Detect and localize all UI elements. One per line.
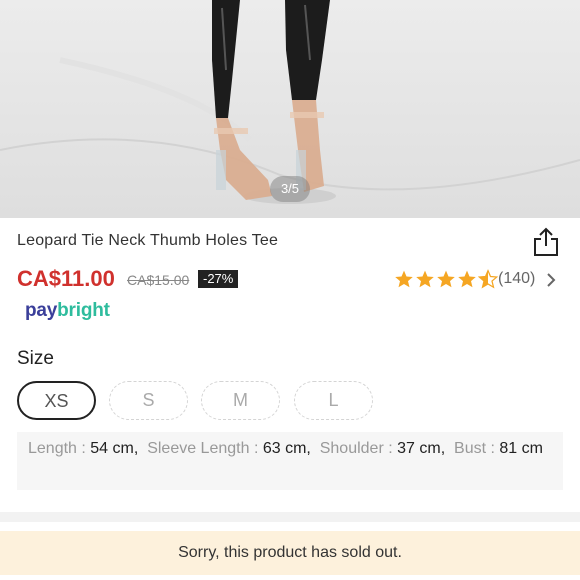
product-title: Leopard Tie Neck Thumb Holes Tee [17,232,279,249]
paybright-logo[interactable]: paybright [25,300,110,322]
sleeve-length-key: Sleeve Length : [147,440,263,457]
share-icon [534,227,558,256]
star-icon [395,270,413,288]
original-price: CA$15.00 [127,272,190,288]
sleeve-length-value: 63 cm, [262,440,311,457]
share-button[interactable] [531,226,561,258]
star-icon [458,270,476,288]
shoulder-key: Shoulder : [319,440,398,457]
paybright-logo-pay: pay [25,300,58,321]
shoulder-value: 37 cm, [397,440,446,457]
chevron-right-icon [547,273,556,287]
length-key: Length : [28,440,91,457]
length-value: 54 cm, [90,440,139,457]
reviews-link[interactable] [545,271,557,294]
rating-stars[interactable] [394,268,499,290]
discount-badge: -27% [198,270,239,288]
size-option-l[interactable]: L [294,381,373,420]
bust-key: Bust : [454,440,500,457]
product-image[interactable]: 3/5 [0,0,580,218]
current-price: CA$11.00 [17,266,115,291]
star-icon [416,270,434,288]
size-label: Size [17,348,54,369]
section-divider [0,512,580,522]
paybright-logo-bright: bright [57,300,110,321]
star-half-icon [478,269,498,289]
size-option-s[interactable]: S [109,381,188,420]
review-count[interactable]: (140) [498,270,535,288]
size-measurements: Length : 54 cm, Sleeve Length : 63 cm, S… [17,432,563,490]
size-option-m[interactable]: M [201,381,280,420]
image-counter: 3/5 [270,176,310,202]
sold-out-notice: Sorry, this product has sold out. [0,531,580,575]
star-icon [437,270,455,288]
bust-value: 81 cm [499,440,543,457]
size-option-xs[interactable]: XS [17,381,96,420]
